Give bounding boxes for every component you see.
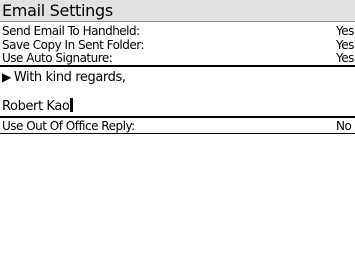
divider xyxy=(0,133,355,134)
setting-label: Save Copy In Sent Folder: xyxy=(2,38,145,52)
setting-save-copy-in-sent-folder[interactable]: Save Copy In Sent Folder: Yes xyxy=(0,38,355,52)
email-settings-screen: Email Settings Send Email To Handheld: Y… xyxy=(0,0,355,266)
title-bar: Email Settings xyxy=(0,0,355,22)
setting-use-out-of-office-reply[interactable]: Use Out Of Office Reply: No xyxy=(0,119,355,133)
setting-label: Use Auto Signature: xyxy=(2,51,113,65)
signature-greeting: With kind regards, xyxy=(13,70,126,85)
setting-value[interactable]: No xyxy=(336,119,352,133)
signature-line-1: ▶ With kind regards, xyxy=(2,69,126,86)
setting-label: Use Out Of Office Reply: xyxy=(2,119,135,133)
setting-label: Send Email To Handheld: xyxy=(2,24,140,38)
page-title: Email Settings xyxy=(2,1,113,20)
setting-use-auto-signature[interactable]: Use Auto Signature: Yes xyxy=(0,51,355,65)
setting-value[interactable]: Yes xyxy=(336,38,354,52)
signature-line-2: Robert Kao xyxy=(2,98,74,115)
signature-text-field[interactable]: ▶ With kind regards, Robert Kao xyxy=(0,65,355,118)
text-cursor xyxy=(70,98,74,112)
setting-value[interactable]: Yes xyxy=(336,24,354,38)
expand-arrow-icon: ▶ xyxy=(2,70,11,84)
setting-send-email-to-handheld[interactable]: Send Email To Handheld: Yes xyxy=(0,24,355,38)
setting-value[interactable]: Yes xyxy=(336,51,354,65)
signature-name: Robert Kao xyxy=(2,99,70,114)
